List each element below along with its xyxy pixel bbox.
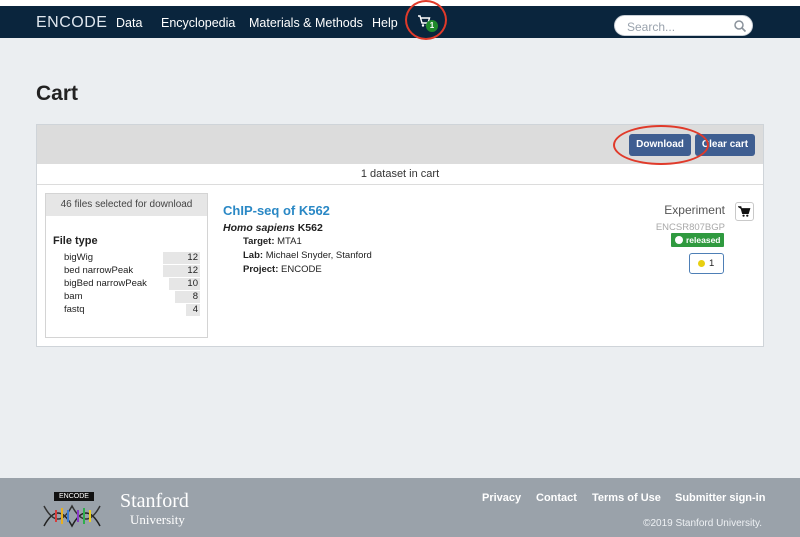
facet-item-fastq[interactable]: fastq 4 xyxy=(64,304,200,316)
search-input[interactable] xyxy=(625,19,729,35)
nav-materials-methods[interactable]: Materials & Methods xyxy=(249,16,363,30)
footer: ENCODE Stanford University Privacy Conta… xyxy=(0,478,800,537)
facet-item-label: bam xyxy=(64,291,83,302)
facet-item-bigwig[interactable]: bigWig 12 xyxy=(64,252,200,264)
facet-item-count: 12 xyxy=(187,265,198,276)
status-label: released xyxy=(686,235,721,245)
audit-button[interactable]: 1 xyxy=(689,253,724,274)
footer-privacy-link[interactable]: Privacy xyxy=(482,492,521,504)
project-value: ENCODE xyxy=(281,264,322,275)
facet-item-count: 10 xyxy=(187,278,198,289)
lab-value: Michael Snyder, Stanford xyxy=(265,250,372,261)
result-title-link[interactable]: ChIP-seq of K562 xyxy=(223,203,330,218)
facet-item-label: bigBed narrowPeak xyxy=(64,278,147,289)
university-label: University xyxy=(130,512,185,527)
result-type: Experiment xyxy=(664,203,725,217)
status-dot-icon xyxy=(675,236,683,244)
facet-item-count: 8 xyxy=(192,291,198,302)
result-species: Homo sapiens K562 xyxy=(223,222,323,234)
species-name: Homo sapiens xyxy=(223,222,295,234)
result-project: Project: ENCODE xyxy=(243,264,322,275)
audit-warning-dot-icon xyxy=(698,260,705,267)
cart-icon xyxy=(738,206,751,217)
cart-panel: Download Clear cart 1 dataset in cart 46… xyxy=(36,124,764,347)
facet-item-bam[interactable]: bam 8 xyxy=(64,291,200,303)
file-type-facet: 46 files selected for download File type… xyxy=(45,193,208,338)
stanford-logo[interactable]: Stanford xyxy=(120,490,189,513)
target-value: MTA1 xyxy=(277,236,302,247)
nav-encyclopedia[interactable]: Encyclopedia xyxy=(161,16,235,30)
cart-toolbar: Download Clear cart xyxy=(37,125,763,165)
project-label: Project: xyxy=(243,264,279,275)
page-title: Cart xyxy=(36,82,79,105)
result-lab: Lab: Michael Snyder, Stanford xyxy=(243,250,372,261)
status-badge: released xyxy=(671,233,724,247)
footer-submitter-signin-link[interactable]: Submitter sign-in xyxy=(675,492,765,504)
footer-terms-link[interactable]: Terms of Use xyxy=(592,492,661,504)
navbar: ENCODE Data Encyclopedia Materials & Met… xyxy=(0,6,800,38)
lab-label: Lab: xyxy=(243,250,264,261)
cart-annotation-circle xyxy=(405,0,447,40)
facet-item-label: fastq xyxy=(64,304,85,315)
download-annotation-circle xyxy=(613,125,709,165)
biosample-name: K562 xyxy=(297,222,323,234)
facet-item-count: 12 xyxy=(187,252,198,263)
result-target: Target: MTA1 xyxy=(243,236,302,247)
footer-contact-link[interactable]: Contact xyxy=(536,492,577,504)
search-box xyxy=(614,15,753,36)
target-label: Target: xyxy=(243,236,275,247)
facet-item-bigbed-narrowpeak[interactable]: bigBed narrowPeak 10 xyxy=(64,278,200,290)
nav-help[interactable]: Help xyxy=(372,16,398,30)
facet-item-count: 4 xyxy=(192,304,198,315)
facet-item-label: bed narrowPeak xyxy=(64,265,134,276)
facet-header: 46 files selected for download xyxy=(46,194,207,216)
search-icon[interactable] xyxy=(733,19,747,33)
copyright: ©2019 Stanford University. xyxy=(643,518,762,529)
accession: ENCSR807BGP xyxy=(655,222,725,233)
nav-data[interactable]: Data xyxy=(116,16,142,30)
dataset-count: 1 dataset in cart xyxy=(37,164,763,185)
brand-logo[interactable]: ENCODE xyxy=(36,14,107,32)
remove-from-cart-button[interactable] xyxy=(735,202,754,221)
facet-title: File type xyxy=(53,235,98,247)
audit-count: 1 xyxy=(709,258,715,269)
facet-item-bed-narrowpeak[interactable]: bed narrowPeak 12 xyxy=(64,265,200,277)
facet-item-label: bigWig xyxy=(64,252,94,263)
encode-logo-tag: ENCODE xyxy=(54,492,94,501)
